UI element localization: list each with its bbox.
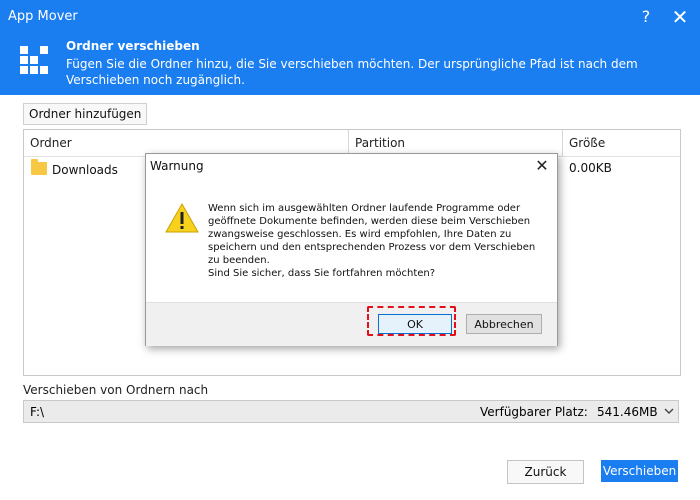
ok-button[interactable]: OK — [378, 314, 452, 334]
free-space-value: 541.46MB — [597, 405, 658, 419]
page-title: Ordner verschieben — [66, 39, 200, 53]
help-icon[interactable]: ? — [632, 4, 660, 30]
cancel-button[interactable]: Abbrechen — [466, 314, 542, 334]
app-header: App Mover ? ✕ Ordner verschieben Fügen S… — [0, 0, 700, 95]
add-folder-button[interactable]: Ordner hinzufügen — [23, 103, 148, 125]
page-description: Fügen Sie die Ordner hinzu, die Sie vers… — [66, 57, 638, 87]
window-title: App Mover — [8, 9, 78, 24]
warning-icon — [165, 202, 199, 233]
dialog-message: Wenn sich im ausgewählten Ordner laufend… — [208, 203, 536, 279]
row-folder-name: Downloads — [52, 163, 118, 177]
dialog-title: Warnung — [150, 159, 204, 173]
close-icon[interactable]: ✕ — [666, 4, 694, 30]
app-logo-icon — [20, 46, 52, 78]
close-icon[interactable]: ✕ — [532, 155, 552, 177]
warning-dialog: Warnung ✕ Wenn sich im ausgewählten Ordn… — [145, 153, 558, 346]
free-space-label: Verfügbarer Platz: — [480, 405, 588, 419]
column-header-folder[interactable]: Ordner — [30, 130, 72, 156]
folder-icon — [31, 159, 47, 175]
row-size: 0.00KB — [569, 161, 612, 175]
move-button[interactable]: Verschieben — [601, 460, 678, 482]
back-button[interactable]: Zurück — [507, 460, 584, 484]
column-divider — [562, 130, 563, 156]
destination-label: Verschieben von Ordnern nach — [23, 383, 209, 397]
column-header-size[interactable]: Größe — [569, 130, 605, 156]
destination-path: F:\ — [30, 405, 45, 419]
chevron-down-icon[interactable] — [663, 404, 675, 421]
destination-select[interactable]: F:\ Verfügbarer Platz: 541.46MB — [23, 400, 679, 423]
